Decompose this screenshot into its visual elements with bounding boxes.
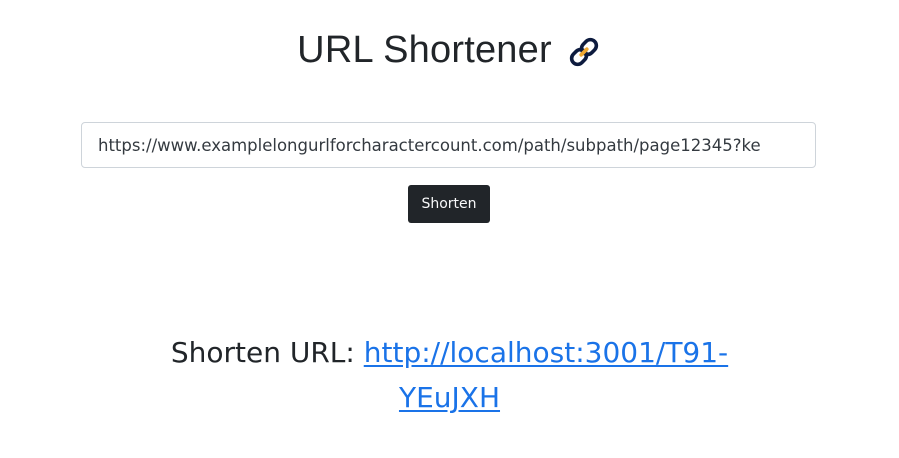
header: URL Shortener — [0, 24, 899, 76]
result-text: Shorten URL: http://localhost:3001/T91-Y… — [170, 330, 730, 420]
shorten-button[interactable]: Shorten — [408, 185, 490, 223]
url-input[interactable] — [81, 122, 816, 168]
result-section: Shorten URL: http://localhost:3001/T91-Y… — [0, 330, 899, 420]
short-url-link[interactable]: http://localhost:3001/T91-YEuJXH — [364, 336, 728, 414]
link-icon — [566, 34, 602, 70]
page-title: URL Shortener — [297, 29, 552, 71]
result-label: Shorten URL: — [170, 336, 355, 369]
